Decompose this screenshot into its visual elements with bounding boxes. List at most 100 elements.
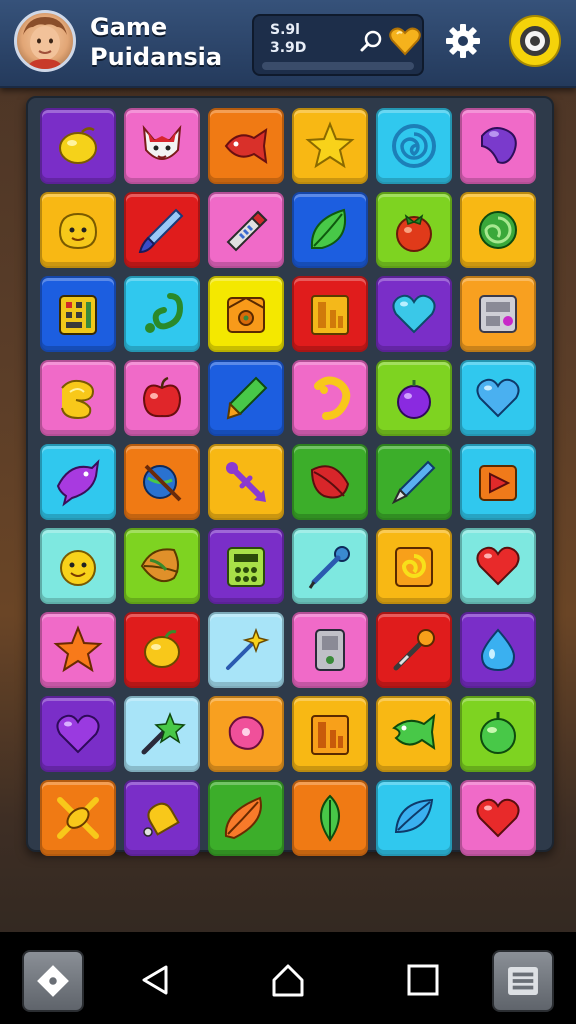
game-tile[interactable] xyxy=(376,108,452,184)
smiley-icon xyxy=(58,212,98,250)
game-tile[interactable] xyxy=(292,528,368,604)
red-fish-icon xyxy=(224,127,268,165)
star-wand-icon xyxy=(141,711,186,755)
recents-square-icon[interactable] xyxy=(405,962,441,998)
game-tile[interactable] xyxy=(124,108,200,184)
purple-blob-icon xyxy=(481,127,517,164)
purple-fish-icon xyxy=(56,459,100,507)
red-leaf-icon xyxy=(310,465,350,499)
game-tile[interactable] xyxy=(376,444,452,520)
game-tile[interactable] xyxy=(208,696,284,772)
sparkle-wand-icon xyxy=(226,627,270,670)
device-gray-icon xyxy=(315,629,345,671)
spiral-icon xyxy=(392,124,436,168)
game-tile[interactable] xyxy=(40,108,116,184)
menu-list-button[interactable] xyxy=(492,950,554,1012)
crayon-icon xyxy=(226,376,268,420)
game-tile[interactable] xyxy=(208,444,284,520)
game-tile[interactable] xyxy=(292,276,368,352)
yellow-swirl-icon xyxy=(61,379,94,420)
heart-currency-icon[interactable] xyxy=(388,24,422,58)
blue-drop-icon xyxy=(480,628,516,672)
lemon-icon xyxy=(59,127,97,164)
game-tile[interactable] xyxy=(40,360,116,436)
home-icon[interactable] xyxy=(270,962,306,998)
top-bar: Game Puidansia S.9l 3.9D xyxy=(0,0,576,88)
game-tile[interactable] xyxy=(460,780,536,856)
swirl-orange-icon xyxy=(395,547,433,587)
game-tile[interactable] xyxy=(292,360,368,436)
calculator-green-icon xyxy=(227,547,265,587)
leaf-icon xyxy=(310,208,346,249)
game-tile[interactable] xyxy=(376,528,452,604)
green-fish-icon xyxy=(392,713,436,751)
game-tile[interactable] xyxy=(376,696,452,772)
game-tile[interactable] xyxy=(292,696,368,772)
green-leaf-icon xyxy=(320,794,340,842)
game-tile[interactable] xyxy=(124,444,200,520)
game-tile[interactable] xyxy=(40,696,116,772)
hook-icon xyxy=(145,293,184,333)
globe-pen-icon xyxy=(143,464,182,502)
game-tile[interactable] xyxy=(460,360,536,436)
wand-icon xyxy=(226,210,268,252)
game-tile[interactable] xyxy=(208,108,284,184)
game-tile[interactable] xyxy=(124,360,200,436)
leaf-orange-icon xyxy=(140,548,179,582)
game-tile[interactable] xyxy=(124,276,200,352)
game-tile[interactable] xyxy=(40,444,116,520)
diamond-menu-button[interactable] xyxy=(22,950,84,1012)
stats-panel: S.9l 3.9D xyxy=(252,14,424,76)
search-icon[interactable] xyxy=(358,28,384,54)
game-tile[interactable] xyxy=(124,612,200,688)
avatar-face-icon xyxy=(23,17,67,69)
player-avatar[interactable] xyxy=(14,10,76,72)
game-tile[interactable] xyxy=(208,276,284,352)
game-tile[interactable] xyxy=(460,528,536,604)
game-tile[interactable] xyxy=(460,696,536,772)
game-tile[interactable] xyxy=(208,528,284,604)
orange-leaf-icon xyxy=(224,796,262,840)
game-tile[interactable] xyxy=(292,780,368,856)
green-swirl-icon xyxy=(479,211,517,249)
yellow-hook-icon xyxy=(314,376,351,420)
orange-bow-icon xyxy=(57,797,99,839)
game-tile[interactable] xyxy=(376,192,452,268)
apple-icon xyxy=(142,376,182,418)
game-tile[interactable] xyxy=(376,276,452,352)
game-tile[interactable] xyxy=(124,696,200,772)
game-tile[interactable] xyxy=(460,108,536,184)
game-tile[interactable] xyxy=(124,780,200,856)
back-triangle-icon[interactable] xyxy=(138,962,174,998)
game-tile[interactable] xyxy=(124,192,200,268)
game-tile[interactable] xyxy=(292,612,368,688)
coin-icon[interactable] xyxy=(508,14,562,68)
game-tile[interactable] xyxy=(208,612,284,688)
blue-leaf-icon xyxy=(394,798,434,834)
game-tile[interactable] xyxy=(208,192,284,268)
game-tile[interactable] xyxy=(124,528,200,604)
game-tile[interactable] xyxy=(376,360,452,436)
game-tile[interactable] xyxy=(460,192,536,268)
title-line-1: Game xyxy=(90,13,168,41)
game-tile[interactable] xyxy=(40,192,116,268)
game-tile[interactable] xyxy=(460,276,536,352)
heart-red-icon xyxy=(476,546,520,586)
game-tile[interactable] xyxy=(208,780,284,856)
game-tile[interactable] xyxy=(460,444,536,520)
game-tile[interactable] xyxy=(40,528,116,604)
game-tile[interactable] xyxy=(208,360,284,436)
game-tile[interactable] xyxy=(40,780,116,856)
fox-face-icon xyxy=(142,124,182,160)
stat-value-2: 3.9D xyxy=(270,40,307,56)
game-tile[interactable] xyxy=(292,108,368,184)
game-tile[interactable] xyxy=(40,612,116,688)
game-tile[interactable] xyxy=(376,780,452,856)
game-tile[interactable] xyxy=(292,444,368,520)
settings-gear-icon[interactable] xyxy=(444,22,482,60)
purple-tool-icon xyxy=(226,462,266,502)
game-tile[interactable] xyxy=(40,276,116,352)
game-tile[interactable] xyxy=(460,612,536,688)
game-tile[interactable] xyxy=(292,192,368,268)
game-tile[interactable] xyxy=(376,612,452,688)
